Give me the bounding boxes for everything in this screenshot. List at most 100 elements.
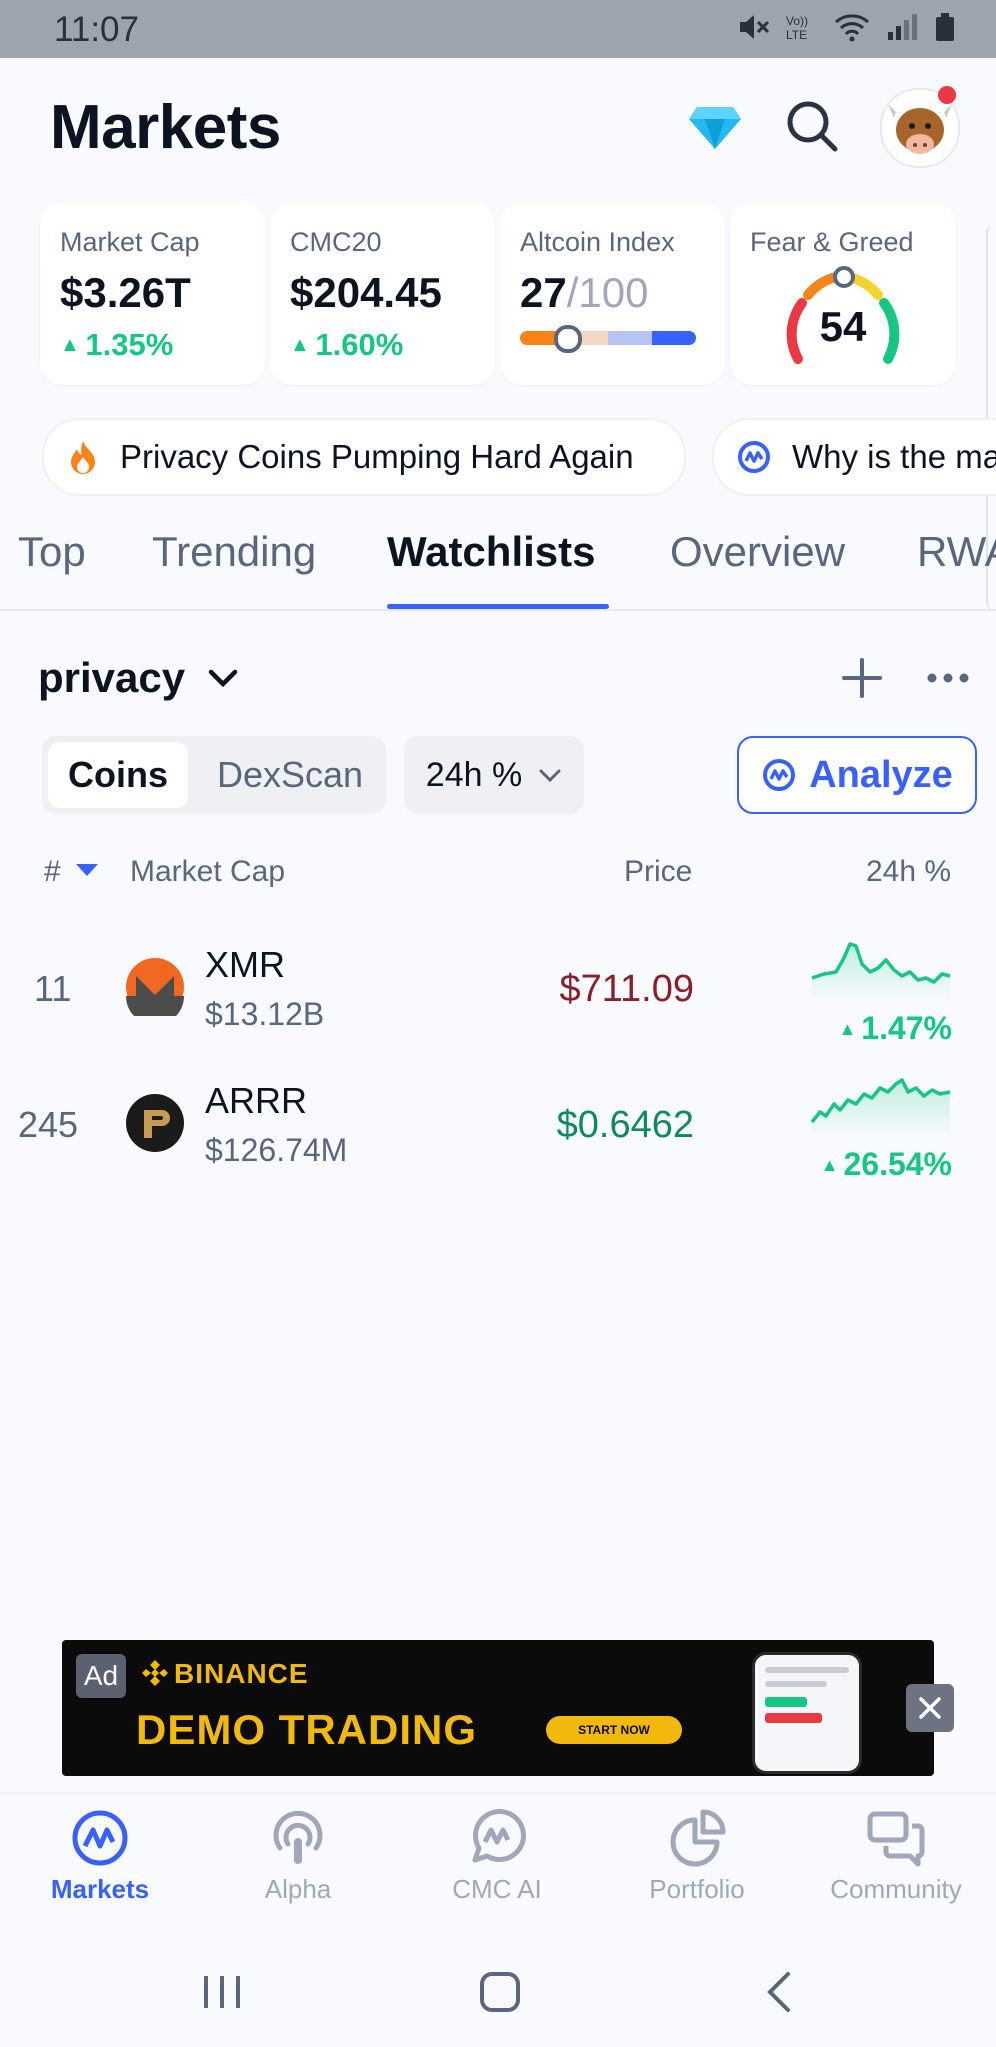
altcoin-index-bar	[520, 331, 696, 345]
period-dropdown[interactable]: 24h %	[404, 736, 584, 814]
tab-overview[interactable]: Overview	[670, 528, 845, 576]
notification-dot	[938, 86, 956, 104]
row-price: $711.09	[559, 968, 694, 1010]
portfolio-icon	[670, 1809, 726, 1867]
cmc-ai-icon	[472, 1809, 526, 1863]
nav-label: Community	[830, 1874, 962, 1904]
fear-greed-card[interactable]: Fear & Greed 54	[730, 203, 956, 385]
nav-divider	[0, 1792, 996, 1794]
watchlist-name: privacy	[38, 654, 186, 701]
nav-portfolio[interactable]: Portfolio	[597, 1808, 797, 1905]
signal-icon	[888, 14, 917, 40]
status-time: 11:07	[54, 10, 139, 49]
status-icons: Vo)) LTE	[736, 12, 956, 42]
ad-headline: DEMO TRADING	[136, 1706, 477, 1753]
cmc20-card[interactable]: CMC20 $204.45 ▲ 1.60%	[270, 203, 495, 385]
binance-logo-icon	[142, 1660, 168, 1686]
col-change[interactable]: 24h %	[866, 855, 951, 889]
segment-dexscan[interactable]: DexScan	[200, 742, 380, 808]
nav-cmc-ai[interactable]: CMC AI	[397, 1808, 597, 1905]
row-rank: 245	[18, 1104, 79, 1145]
search-icon[interactable]	[782, 96, 842, 156]
col-rank[interactable]: #	[44, 855, 61, 889]
community-icon	[867, 1811, 925, 1867]
card-label: CMC20	[290, 227, 382, 257]
altcoin-index-value: 27/100	[520, 269, 649, 316]
nav-label: Alpha	[264, 1874, 332, 1904]
close-ad-icon[interactable]	[906, 1684, 954, 1732]
row-symbol: XMR	[205, 944, 285, 985]
tab-top[interactable]: Top	[18, 528, 86, 576]
tabs-divider	[0, 609, 996, 611]
card-change: ▲ 1.35%	[60, 327, 174, 362]
alpha-icon	[273, 1810, 323, 1864]
card-label: Fear & Greed	[750, 227, 914, 257]
news-chip[interactable]: Privacy Coins Pumping Hard Again	[42, 418, 686, 496]
period-label: 24h %	[425, 755, 523, 794]
row-change: ▲ 26.54%	[820, 1146, 952, 1182]
caret-up-icon: ▲	[290, 334, 316, 356]
altcoin-index-knob	[553, 325, 582, 353]
ad-badge: Ad	[76, 1654, 126, 1698]
card-value: $204.45	[290, 269, 442, 316]
nav-label: Portfolio	[649, 1874, 745, 1904]
tab-rwa[interactable]: RWA	[917, 528, 996, 576]
mute-icon	[740, 15, 770, 39]
ad-brand: BINANCE	[174, 1658, 309, 1689]
table-row[interactable]: 245 ARRR $126.74M $0.6462 ▲ 26.54%	[0, 1056, 996, 1192]
chevron-down-icon	[539, 769, 561, 783]
news-chip[interactable]: Why is the ma	[712, 418, 996, 496]
nav-label: Markets	[50, 1874, 150, 1904]
recent-apps-icon[interactable]	[200, 1972, 244, 2012]
home-icon[interactable]	[478, 1970, 522, 2014]
card-label: Altcoin Index	[520, 227, 675, 257]
more-options-icon[interactable]	[924, 660, 972, 696]
analyze-label: Analyze	[809, 753, 953, 796]
table-row[interactable]: 11 XMR $13.12B $711.09 ▲ 1.47%	[0, 920, 996, 1056]
pirate-chain-logo-icon	[126, 1094, 184, 1152]
card-value: $3.26T	[60, 269, 191, 316]
ad-cta-button[interactable]: START NOW	[546, 1716, 682, 1744]
col-price[interactable]: Price	[624, 855, 692, 889]
segment-coins[interactable]: Coins	[48, 742, 188, 808]
nav-community[interactable]: Community	[796, 1808, 996, 1905]
add-icon[interactable]	[838, 654, 886, 702]
analyze-button[interactable]: Analyze	[737, 736, 977, 814]
news-chip-text: Why is the ma	[792, 438, 996, 475]
tab-watchlists[interactable]: Watchlists	[387, 528, 595, 576]
cmc-ai-icon	[763, 759, 796, 791]
ad-phone-image	[752, 1652, 862, 1774]
row-market-cap: $13.12B	[205, 996, 325, 1032]
news-chip-text: Privacy Coins Pumping Hard Again	[120, 438, 634, 475]
svg-text:Vo)): Vo))	[786, 14, 808, 28]
ad-banner[interactable]: Ad BINANCE DEMO TRADING START NOW	[62, 1640, 934, 1776]
nav-markets[interactable]: Markets	[0, 1808, 200, 1905]
cmc-ai-icon	[738, 441, 770, 473]
chevron-down-icon	[208, 669, 238, 688]
caret-up-icon: ▲	[60, 334, 86, 356]
wifi-icon	[835, 14, 869, 42]
market-cap-card[interactable]: Market Cap $3.26T ▲ 1.35%	[40, 203, 265, 385]
sparkline-chart	[811, 942, 951, 1000]
card-change: ▲ 1.60%	[290, 327, 404, 362]
volte-icon: Vo))LTE	[786, 14, 808, 42]
row-price: $0.6462	[556, 1104, 694, 1146]
markets-icon	[72, 1810, 128, 1866]
svg-text:LTE: LTE	[786, 28, 807, 42]
col-market-cap[interactable]: Market Cap	[130, 855, 285, 889]
watchlist-selector[interactable]: privacy	[38, 654, 239, 702]
nav-alpha[interactable]: Alpha	[198, 1808, 398, 1905]
fire-icon	[71, 441, 95, 474]
diamond-icon[interactable]	[682, 98, 748, 158]
row-change: ▲ 1.47%	[838, 1010, 952, 1046]
nav-label: CMC AI	[452, 1874, 542, 1904]
card-label: Market Cap	[60, 227, 200, 257]
altcoin-index-card[interactable]: Altcoin Index 27/100	[500, 203, 725, 385]
sparkline-chart	[810, 1078, 951, 1136]
monero-logo-icon	[126, 958, 184, 1016]
fear-greed-value: 54	[819, 303, 867, 350]
row-market-cap: $126.74M	[205, 1132, 348, 1168]
tab-trending[interactable]: Trending	[152, 528, 316, 576]
sort-down-icon[interactable]	[74, 862, 100, 878]
back-icon[interactable]	[762, 1970, 798, 2014]
